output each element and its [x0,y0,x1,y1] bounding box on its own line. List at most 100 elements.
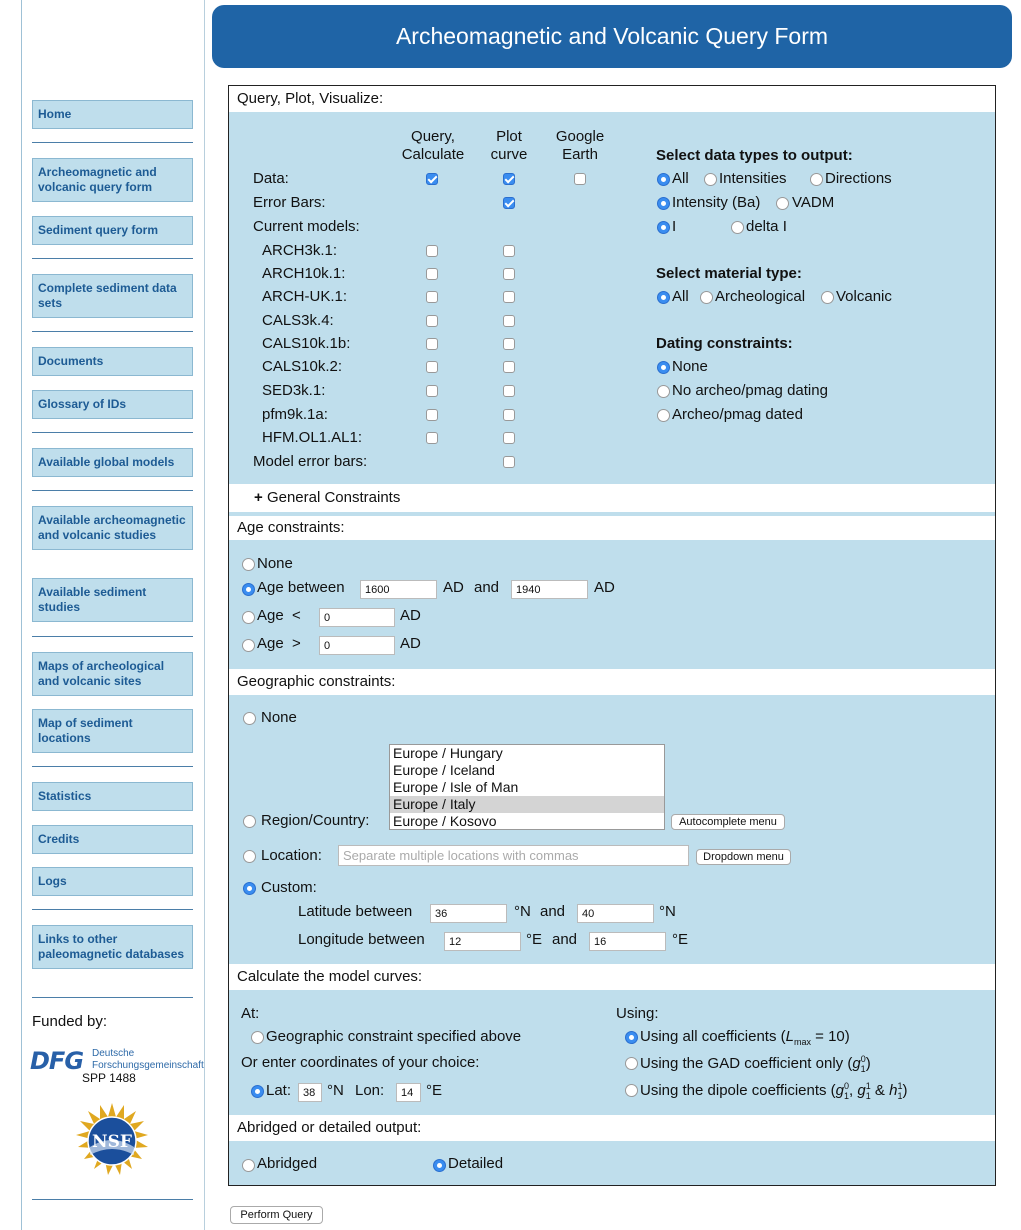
region-option-selected[interactable]: Europe / Italy [390,796,664,813]
sidebar-item-statistics[interactable]: Statistics [32,782,193,811]
data-google-checkbox[interactable] [574,173,586,185]
curve-lat-input[interactable]: 38 [298,1083,322,1102]
datatype-vadm-radio[interactable] [776,197,789,210]
region-option[interactable]: Europe / Isle of Man [390,779,664,796]
lat-to-input[interactable]: 40 [577,904,654,923]
curve-lon-input[interactable]: 14 [396,1083,421,1102]
sidebar-item-archeomagnetic-studies[interactable]: Available archeomagnetic and volcanic st… [32,506,193,550]
age-between-radio[interactable] [242,583,255,596]
model-query-checkbox[interactable] [426,291,438,303]
geo-custom-radio[interactable] [243,882,256,895]
model-query-checkbox[interactable] [426,432,438,444]
region-option[interactable]: Europe / Hungary [390,745,664,762]
sidebar-item-complete-sediment[interactable]: Complete sediment data sets [32,274,193,318]
age-greater-input[interactable]: 0 [319,636,395,655]
dropdown-menu-button[interactable]: Dropdown menu [696,849,791,865]
and-label: and [540,903,566,920]
model-plot-checkbox[interactable] [503,338,515,350]
datatype-delta-i-radio[interactable] [731,221,744,234]
dating-no-label: No archeo/pmag dating [672,382,828,399]
sidebar-item-map-sediment[interactable]: Map of sediment locations [32,709,193,753]
age-none-radio[interactable] [242,558,255,571]
ad-label: AD [400,607,421,624]
nav-separator [32,331,193,332]
perform-query-button[interactable]: Perform Query [230,1206,323,1224]
geo-none-radio[interactable] [243,712,256,725]
model-plot-checkbox[interactable] [503,385,515,397]
curve-lat-label: Lat: [266,1082,292,1099]
datatype-intensity-ba-radio[interactable] [657,197,670,210]
datatype-intensities-radio[interactable] [704,173,717,186]
general-constraints-toggle[interactable]: + General Constraints [229,484,995,512]
sidebar-item-home[interactable]: Home [32,100,193,129]
datatype-all-radio[interactable] [657,173,670,186]
sidebar-item-maps-archeological[interactable]: Maps of archeological and volcanic sites [32,652,193,696]
model-query-checkbox[interactable] [426,315,438,327]
model-plot-checkbox[interactable] [503,361,515,373]
geo-location-radio[interactable] [243,850,256,863]
sidebar-item-glossary[interactable]: Glossary of IDs [32,390,193,419]
output-abridged-radio[interactable] [242,1159,255,1172]
model-plot-checkbox[interactable] [503,432,515,444]
output-detailed-radio[interactable] [433,1159,446,1172]
sidebar-item-credits[interactable]: Credits [32,825,193,854]
model-plot-checkbox[interactable] [503,315,515,327]
col-header-plot: Plot curve [490,128,528,163]
sidebar-item-sediment-studies[interactable]: Available sediment studies [32,578,193,622]
model-query-checkbox[interactable] [426,361,438,373]
age-from-input[interactable]: 1600 [360,580,437,599]
geo-region-radio[interactable] [243,815,256,828]
model-query-checkbox[interactable] [426,268,438,280]
datatype-i-radio[interactable] [657,221,670,234]
dating-no-radio[interactable] [657,385,670,398]
model-query-checkbox[interactable] [426,385,438,397]
sidebar-item-logs[interactable]: Logs [32,867,193,896]
material-archeological-radio[interactable] [700,291,713,304]
sidebar-item-links[interactable]: Links to other paleomagnetic databases [32,925,193,969]
age-less-radio[interactable] [242,611,255,624]
coeff-all-radio[interactable] [625,1031,638,1044]
region-option[interactable]: Europe / Iceland [390,762,664,779]
model-query-checkbox[interactable] [426,245,438,257]
material-all-radio[interactable] [657,291,670,304]
data-query-checkbox[interactable] [426,173,438,185]
dating-none-radio[interactable] [657,361,670,374]
location-input[interactable]: Separate multiple locations with commas [338,845,689,866]
datatype-intensity-ba-label: Intensity (Ba) [672,194,761,211]
age-to-input[interactable]: 1940 [511,580,588,599]
svg-text:NSF: NSF [92,1132,132,1152]
sidebar-item-documents[interactable]: Documents [32,347,193,376]
model-plot-checkbox[interactable] [503,409,515,421]
coeff-gad-radio[interactable] [625,1057,638,1070]
sidebar-item-sediment-query[interactable]: Sediment query form [32,216,193,245]
errorbars-plot-checkbox[interactable] [503,197,515,209]
model-query-checkbox[interactable] [426,409,438,421]
age-less-input[interactable]: 0 [319,608,395,627]
region-option[interactable]: Europe / Kosovo [390,813,664,829]
sidebar-item-global-models[interactable]: Available global models [32,448,193,477]
sidebar-item-archeomagnetic-query[interactable]: Archeomagnetic and volcanic query form [32,158,193,202]
dfg-logo[interactable]: DFG Deutsche Forschungsgemeinschaft SPP … [30,1046,204,1086]
coeff-dipole-radio[interactable] [625,1084,638,1097]
nav-separator [32,909,193,910]
model-plot-checkbox[interactable] [503,291,515,303]
lon-to-input[interactable]: 16 [589,932,666,951]
lon-from-input[interactable]: 12 [444,932,521,951]
nav-separator [32,997,193,998]
curve-coords-radio[interactable] [251,1085,264,1098]
model-plot-checkbox[interactable] [503,245,515,257]
data-plot-checkbox[interactable] [503,173,515,185]
region-listbox[interactable]: Europe / Hungary Europe / Iceland Europe… [389,744,665,830]
curve-geo-radio[interactable] [251,1031,264,1044]
datatype-directions-radio[interactable] [810,173,823,186]
dating-yes-radio[interactable] [657,409,670,422]
col-header-query: Query, Calculate [401,128,465,163]
model-plot-checkbox[interactable] [503,268,515,280]
autocomplete-button[interactable]: Autocomplete menu [671,814,785,830]
model-errorbars-checkbox[interactable] [503,456,515,468]
lat-from-input[interactable]: 36 [430,904,507,923]
age-greater-radio[interactable] [242,639,255,652]
model-query-checkbox[interactable] [426,338,438,350]
material-volcanic-radio[interactable] [821,291,834,304]
nsf-logo[interactable]: NSF [72,1103,152,1183]
